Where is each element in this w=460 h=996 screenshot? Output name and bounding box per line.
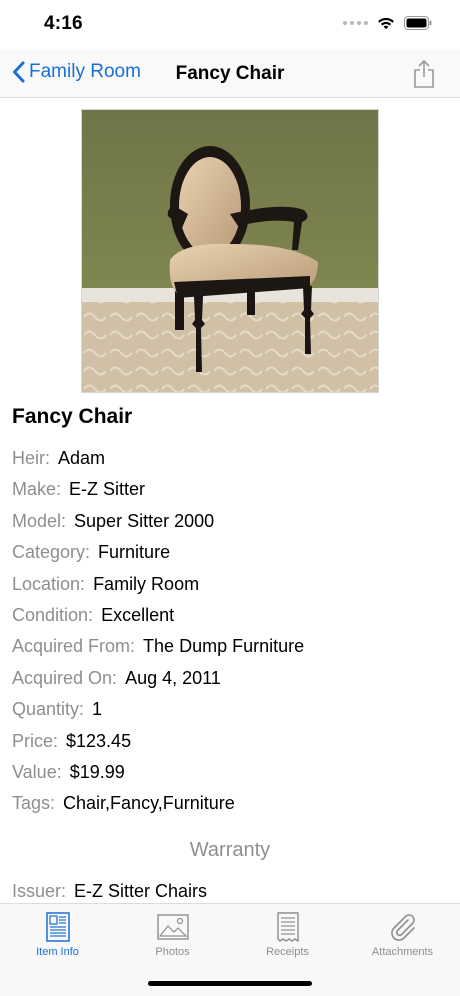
detail-label: Category: bbox=[12, 542, 91, 563]
detail-row-make: Make: E-Z Sitter bbox=[12, 477, 304, 508]
detail-label: Heir: bbox=[12, 448, 51, 468]
tab-item-info[interactable]: Item Info bbox=[0, 910, 115, 958]
detail-row-heir: Heir: Adam bbox=[12, 446, 304, 477]
detail-value: Super Sitter 2000 bbox=[74, 510, 215, 531]
detail-row-model: Model: Super Sitter 2000 bbox=[12, 509, 304, 540]
document-icon bbox=[45, 912, 70, 942]
back-button[interactable]: Family Room bbox=[12, 61, 141, 83]
detail-value: E-Z Sitter Chairs bbox=[74, 881, 208, 901]
detail-label: Tags: bbox=[12, 793, 56, 814]
tab-receipts[interactable]: Receipts bbox=[230, 910, 345, 958]
item-photo[interactable] bbox=[81, 109, 379, 393]
back-button-label: Family Room bbox=[29, 61, 141, 82]
detail-label: Issuer: bbox=[12, 881, 67, 901]
tab-photos[interactable]: Photos bbox=[115, 910, 230, 958]
detail-label: Model: bbox=[12, 510, 67, 531]
detail-value: Aug 4, 2011 bbox=[125, 667, 221, 688]
detail-row-issuer: Issuer: E-Z Sitter Chairs bbox=[12, 881, 207, 902]
status-icons bbox=[343, 16, 432, 30]
detail-value: Furniture bbox=[98, 542, 171, 563]
detail-value: $123.45 bbox=[66, 730, 132, 751]
status-time: 4:16 bbox=[44, 13, 83, 34]
detail-row-condition: Condition: Excellent bbox=[12, 603, 304, 634]
detail-label: Make: bbox=[12, 479, 62, 500]
photo-icon bbox=[156, 914, 189, 940]
detail-value: Adam bbox=[58, 448, 106, 468]
detail-label: Acquired From: bbox=[12, 636, 136, 657]
detail-value: Chair,Fancy,Furniture bbox=[63, 793, 235, 814]
detail-value: Excellent bbox=[101, 604, 175, 625]
share-icon bbox=[414, 59, 434, 88]
detail-label: Condition: bbox=[12, 604, 94, 625]
detail-label: Value: bbox=[12, 761, 62, 782]
item-detail-content[interactable]: Fancy Chair Heir: Adam Make: E-Z Sitter Mo… bbox=[0, 99, 460, 904]
detail-row-value: Value: $19.99 bbox=[12, 760, 304, 791]
detail-row-quantity: Quantity: 1 bbox=[12, 697, 304, 728]
detail-label: Quantity: bbox=[12, 699, 85, 720]
paperclip-icon bbox=[390, 914, 415, 941]
detail-row-acquired-on: Acquired On: Aug 4, 2011 bbox=[12, 666, 304, 697]
warranty-section-header: Warranty bbox=[189, 839, 271, 861]
detail-value: 1 bbox=[92, 699, 103, 720]
detail-row-price: Price: $123.45 bbox=[12, 729, 304, 760]
detail-list: Heir: Adam Make: E-Z Sitter Model: Super Si… bbox=[12, 446, 304, 823]
detail-label: Price: bbox=[12, 730, 59, 751]
tab-label: Item Info bbox=[36, 946, 79, 958]
item-name: Fancy Chair bbox=[12, 405, 133, 428]
receipt-icon bbox=[276, 912, 299, 942]
detail-row-tags: Tags: Chair,Fancy,Furniture bbox=[12, 791, 304, 822]
home-indicator[interactable] bbox=[148, 981, 312, 986]
chair-photo bbox=[82, 110, 378, 392]
tab-attachments[interactable]: Attachments bbox=[345, 910, 460, 958]
chevron-left-icon bbox=[13, 61, 25, 83]
detail-row-location: Location: Family Room bbox=[12, 572, 304, 603]
detail-value: $19.99 bbox=[69, 761, 125, 782]
detail-value: Family Room bbox=[93, 573, 200, 594]
battery-icon bbox=[404, 16, 432, 30]
tab-label: Receipts bbox=[266, 946, 309, 958]
detail-label: Acquired On: bbox=[12, 667, 118, 688]
detail-row-acquired-from: Acquired From: The Dump Furniture bbox=[12, 634, 304, 665]
detail-label: Location: bbox=[12, 573, 86, 594]
tab-label: Attachments bbox=[371, 946, 434, 958]
detail-row-category: Category: Furniture bbox=[12, 540, 304, 571]
share-button[interactable] bbox=[412, 59, 436, 94]
page-title: Fancy Chair bbox=[175, 63, 285, 84]
status-bar: 4:16 bbox=[0, 0, 460, 50]
detail-value: The Dump Furniture bbox=[143, 636, 305, 657]
wifi-icon bbox=[378, 17, 394, 30]
navigation-bar: Family Room Fancy Chair bbox=[0, 50, 460, 98]
tab-label: Photos bbox=[155, 946, 190, 958]
signal-icon bbox=[343, 21, 368, 25]
detail-value: E-Z Sitter bbox=[69, 479, 146, 500]
